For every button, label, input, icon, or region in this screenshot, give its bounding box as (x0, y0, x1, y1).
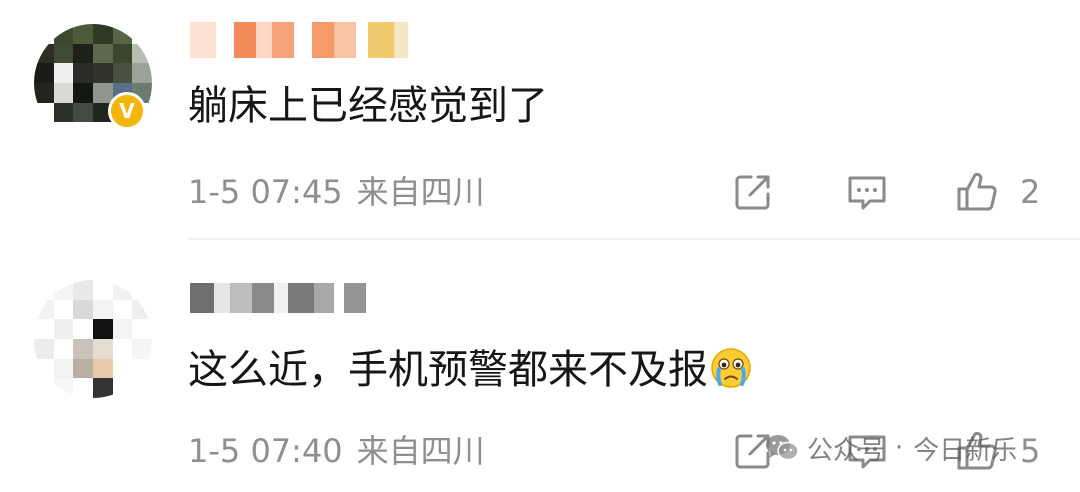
comment-item: V 躺床上已经感觉到了 1-5 07:45 来自四川 2 (0, 0, 1080, 240)
watermark-separator: · (895, 433, 904, 463)
comment-text: 这么近，手机预警都来不及报 (188, 344, 752, 396)
comment-text-body: 这么近，手机预警都来不及报 (188, 347, 708, 393)
divider (188, 238, 1080, 240)
avatar[interactable] (34, 280, 152, 398)
timestamp: 1-5 07:45 (188, 173, 343, 211)
reply-icon[interactable] (845, 170, 889, 214)
timestamp: 1-5 07:40 (188, 432, 343, 470)
watermark-account-name: 今日新乐 (913, 435, 1018, 466)
vip-badge: V (108, 92, 146, 130)
thumbs-up-icon[interactable] (955, 170, 999, 214)
wechat-logo-icon (766, 435, 799, 461)
watermark-source: 公众号 (807, 435, 886, 466)
like-count: 5 (1020, 432, 1041, 470)
crying-face-emoji (711, 348, 751, 388)
username-obscured[interactable] (190, 22, 408, 58)
username-obscured[interactable] (190, 283, 366, 313)
comment-text: 躺床上已经感觉到了 (188, 83, 548, 129)
share-icon[interactable] (731, 170, 775, 214)
comment-meta: 1-5 07:45 来自四川 (188, 172, 485, 212)
wechat-watermark: 公众号 · 今日新乐 (765, 428, 1017, 468)
location: 来自四川 (356, 432, 485, 470)
avatar-mosaic (34, 280, 152, 398)
comment-meta: 1-5 07:40 来自四川 (188, 431, 485, 471)
location: 来自四川 (356, 173, 485, 211)
like-count: 2 (1020, 173, 1041, 211)
